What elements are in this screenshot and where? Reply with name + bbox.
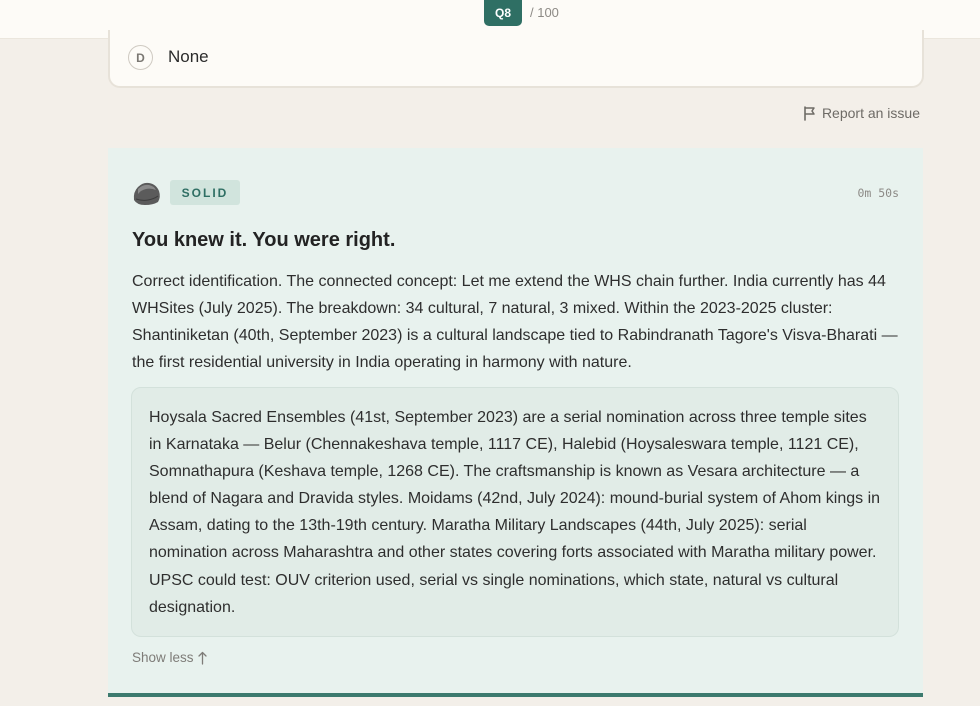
explanation-text: Correct identification. The connected co… [132,273,898,371]
rock-icon [133,182,160,205]
answer-option-d[interactable]: D None [108,30,924,88]
arrow-up-icon [197,651,207,665]
report-issue-label: Report an issue [821,105,920,121]
detail-text: Hoysala Sacred Ensembles (41st, Septembe… [149,409,881,616]
question-total: / 100 [530,5,559,20]
show-less-button[interactable]: Show less [132,650,207,665]
time-taken: 0m 50s [857,186,899,200]
flag-icon [804,105,815,121]
option-letter: D [128,45,153,70]
show-less-label: Show less [132,650,194,665]
expanded-detail-box: Hoysala Sacred Ensembles (41st, Septembe… [131,387,899,637]
report-issue-link[interactable]: Report an issue [803,105,920,121]
feedback-headline: You knew it. You were right. [132,229,396,251]
question-number-badge[interactable]: Q8 [484,0,522,26]
confidence-badge: SOLID [170,180,240,205]
option-text: None [168,47,209,66]
feedback-card: SOLID 0m 50s You knew it. You were right… [108,148,923,697]
